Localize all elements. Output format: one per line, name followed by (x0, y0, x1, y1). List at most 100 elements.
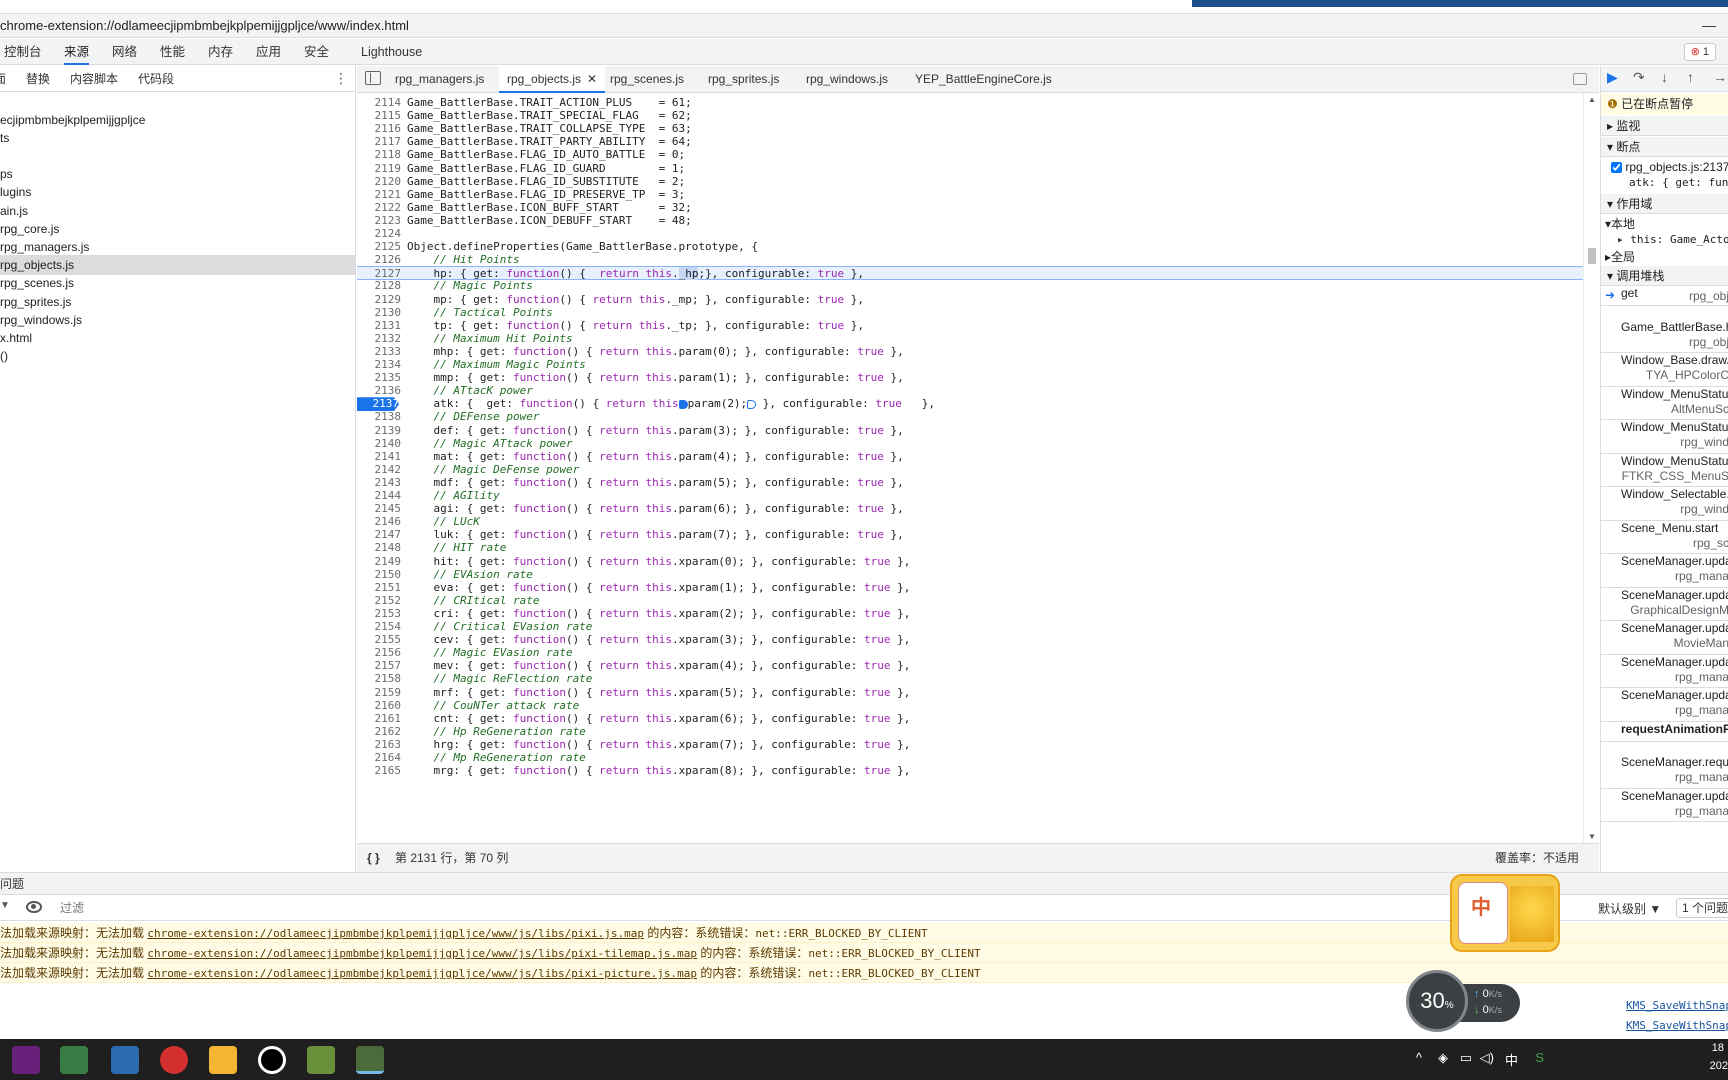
line-number[interactable]: 2122 (357, 201, 402, 215)
line-number[interactable]: 2150 (357, 568, 402, 582)
call-frame[interactable]: Window_Base.drawA TYA_HPColorC (1601, 353, 1728, 387)
code-line[interactable]: 2130 // Tactical Points (357, 306, 1583, 320)
callstack-section[interactable]: ▾ 调用堆栈 (1601, 266, 1728, 286)
code-line[interactable]: 2149 hit: { get: function() { return thi… (357, 555, 1583, 569)
line-number[interactable]: 2160 (357, 699, 402, 713)
input-language[interactable]: 中 (1505, 1050, 1518, 1069)
tab-lighthouse[interactable]: Lighthouse (361, 39, 422, 65)
call-frame[interactable]: Window_Selectable.r rpg_wind (1601, 487, 1728, 521)
code-line[interactable]: 2165 mrg: { get: function() { return thi… (357, 764, 1583, 778)
filter-input[interactable] (60, 898, 1590, 918)
line-number[interactable]: 2114 (357, 96, 402, 110)
line-number[interactable]: 2161 (357, 712, 402, 726)
toggle-debugger-icon[interactable] (1573, 73, 1587, 85)
code-line[interactable]: 2134 // Maximum Magic Points (357, 358, 1583, 372)
tree-item[interactable]: ain.js (0, 201, 355, 221)
step-over-icon[interactable]: ↷ (1633, 69, 1645, 86)
tree-item[interactable]: rpg_windows.js (0, 310, 355, 330)
game-app-icon[interactable] (307, 1046, 335, 1074)
call-frame[interactable]: SceneManager.reque rpg_mana (1601, 755, 1728, 789)
call-frame[interactable]: SceneManager.upda GraphicalDesignM (1601, 588, 1728, 621)
breakpoint-marker-icon[interactable] (678, 399, 688, 409)
call-frame[interactable]: Window_MenuStatus FTKR_CSS_MenuS (1601, 454, 1728, 487)
code-line[interactable]: 2140 // Magic ATtack power (357, 437, 1583, 451)
nav-tab-content-scripts[interactable]: 内容脚本 (70, 66, 118, 92)
code-line[interactable]: 2141 mat: { get: function() { return thi… (357, 450, 1583, 464)
breakpoint-marker-icon[interactable] (747, 399, 757, 409)
tab-console[interactable]: 控制台 (4, 39, 42, 65)
line-number[interactable]: 2120 (357, 175, 402, 189)
monitor-icon[interactable]: ▭ (1460, 1050, 1472, 1066)
code-line[interactable]: 2115 Game_BattlerBase.TRAIT_SPECIAL_FLAG … (357, 109, 1583, 123)
code-lines[interactable]: 2114 Game_BattlerBase.TRAIT_ACTION_PLUS =… (357, 93, 1583, 843)
line-number[interactable]: 2129 (357, 293, 402, 307)
scope-global[interactable]: ▸全局 (1601, 248, 1728, 266)
line-number[interactable]: 2119 (357, 162, 402, 176)
code-line[interactable]: 2146 // LUcK (357, 515, 1583, 529)
code-line[interactable]: 2116 Game_BattlerBase.TRAIT_COLLAPSE_TYPE… (357, 122, 1583, 136)
line-number[interactable]: 2136 (357, 384, 402, 398)
code-line[interactable]: 2157 mev: { get: function() { return thi… (357, 659, 1583, 673)
tab-performance[interactable]: 性能 (160, 39, 185, 65)
line-number[interactable]: 2145 (357, 502, 402, 516)
line-number[interactable]: 2117 (357, 135, 402, 149)
step-icon[interactable]: → (1713, 69, 1727, 85)
code-line[interactable]: 2135 mmp: { get: function() { return thi… (357, 371, 1583, 385)
line-number[interactable]: 2121 (357, 188, 402, 202)
code-line[interactable]: 2147 luk: { get: function() { return thi… (357, 528, 1583, 542)
code-line[interactable]: 2151 eva: { get: function() { return thi… (357, 581, 1583, 595)
line-number[interactable]: 2139 (357, 424, 402, 438)
line-number[interactable]: 2132 (357, 332, 402, 346)
line-number[interactable]: 2123 (357, 214, 402, 228)
line-number[interactable]: 2157 (357, 659, 402, 673)
code-line[interactable]: 2150 // EVAsion rate (357, 568, 1583, 582)
tree-item[interactable]: rpg_scenes.js (0, 273, 355, 293)
log-levels-dropdown[interactable]: 默认级别 ▼ (1598, 900, 1661, 917)
code-line[interactable]: 2156 // Magic EVasion rate (357, 646, 1583, 660)
code-line[interactable]: 2137 atk: { get: function() { return thi… (357, 397, 1583, 412)
call-frame[interactable]: Scene_Menu.start rpg_sc (1601, 521, 1728, 554)
tree-item[interactable]: rpg_objects.js (0, 255, 355, 275)
line-number[interactable]: 2118 (357, 148, 402, 162)
call-frame[interactable]: requestAnimationF (1601, 722, 1728, 742)
game-app-active-icon[interactable] (356, 1046, 384, 1074)
source-map-link[interactable]: chrome-extension://odlameecjipmbmbejkplp… (147, 967, 697, 980)
line-number[interactable]: 2156 (357, 646, 402, 660)
line-number[interactable]: 2163 (357, 738, 402, 752)
code-line[interactable]: 2120 Game_BattlerBase.FLAG_ID_SUBSTITUTE … (357, 175, 1583, 189)
shield-icon[interactable]: ◈ (1438, 1050, 1448, 1066)
visual-studio-icon[interactable] (12, 1046, 40, 1074)
issues-button[interactable]: 1 个问题 (1676, 898, 1728, 918)
dropdown-icon[interactable]: ▼ (0, 900, 10, 911)
more-options-icon[interactable]: ⋮ (334, 70, 348, 87)
call-frame[interactable]: SceneManager.upda rpg_mana (1601, 688, 1728, 722)
error-count-badge[interactable]: ⊗ 1 (1683, 43, 1716, 61)
tab-application[interactable]: 应用 (256, 39, 281, 65)
code-line[interactable]: 2152 // CRItical rate (357, 594, 1583, 608)
ime-widget[interactable]: 中 (1450, 874, 1560, 952)
line-number[interactable]: 2142 (357, 463, 402, 477)
code-line[interactable]: 2158 // Magic ReFlection rate (357, 672, 1583, 686)
chevron-up-icon[interactable]: ^ (1416, 1050, 1422, 1065)
scope-section[interactable]: ▾ 作用域 (1601, 194, 1728, 214)
code-line[interactable]: 2159 mrf: { get: function() { return thi… (357, 686, 1583, 700)
breakpoints-section[interactable]: ▾ 断点 (1601, 137, 1728, 157)
code-line[interactable]: 2118 Game_BattlerBase.FLAG_ID_AUTO_BATTLE… (357, 148, 1583, 162)
file-tab-rpg-scenes[interactable]: rpg_scenes.js (610, 66, 684, 93)
code-line[interactable]: 2121 Game_BattlerBase.FLAG_ID_PRESERVE_TP… (357, 188, 1583, 202)
source-map-link[interactable]: chrome-extension://odlameecjipmbmbejkplp… (147, 947, 697, 960)
line-number[interactable]: 2135 (357, 371, 402, 385)
nav-tab-overrides[interactable]: 替换 (26, 66, 50, 92)
pretty-print-icon[interactable]: { } (367, 844, 380, 872)
code-line[interactable]: 2133 mhp: { get: function() { return thi… (357, 345, 1583, 359)
code-line[interactable]: 2154 // Critical EVasion rate (357, 620, 1583, 634)
code-line[interactable]: 2138 // DEFense power (357, 410, 1583, 424)
line-number[interactable]: 2162 (357, 725, 402, 739)
console-source-link[interactable]: KMS_SaveWithSnap (1626, 999, 1728, 1012)
line-number[interactable]: 2124 (357, 227, 402, 241)
breakpoint-checkbox[interactable] (1611, 162, 1622, 174)
code-line[interactable]: 2139 def: { get: function() { return thi… (357, 424, 1583, 438)
tree-item[interactable]: x.html (0, 328, 355, 348)
line-number[interactable]: 2159 (357, 686, 402, 700)
scroll-down-icon[interactable]: ▼ (1588, 832, 1596, 841)
